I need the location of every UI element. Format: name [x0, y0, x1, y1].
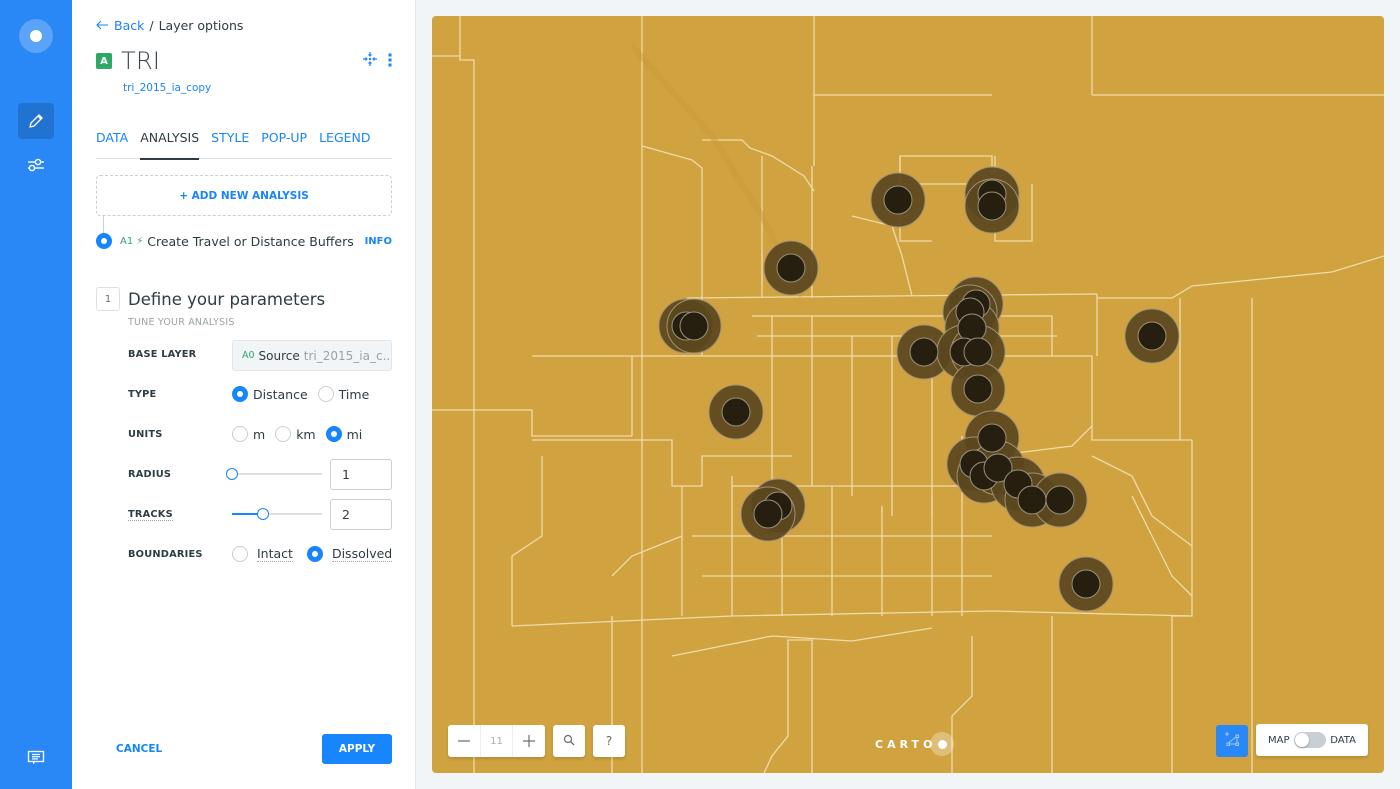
rail-edit-button[interactable]: [18, 103, 54, 139]
buffer-ring-inner[interactable]: [963, 374, 993, 404]
add-new-analysis-button[interactable]: + ADD NEW ANALYSIS: [96, 175, 392, 216]
buffer-ring-inner[interactable]: [909, 337, 939, 367]
buffer-ring-inner[interactable]: [883, 185, 913, 215]
layer-letter-badge: A: [96, 53, 112, 69]
buffer-ring-inner[interactable]: [753, 499, 783, 529]
buffer-ring-inner[interactable]: [1017, 485, 1047, 515]
draw-polygon-button[interactable]: [1216, 725, 1248, 757]
analysis-info-link[interactable]: INFO: [365, 236, 392, 247]
buffer-ring-inner[interactable]: [679, 311, 709, 341]
tab-legend[interactable]: LEGEND: [319, 128, 370, 159]
tab-style[interactable]: STYLE: [211, 128, 249, 159]
pencil-icon: [27, 112, 45, 130]
tracks-slider-thumb[interactable]: [256, 508, 269, 520]
buffer-outer-rings: [658, 166, 1180, 612]
buffer-ring-inner[interactable]: [721, 397, 751, 427]
radius-label: RADIUS: [128, 469, 172, 480]
step-header: 1 Define your parameters: [96, 287, 325, 311]
tab-analysis[interactable]: ANALYSIS: [140, 128, 199, 160]
type-radio-group: Distance Time: [232, 386, 379, 402]
center-map-icon[interactable]: [362, 51, 378, 71]
toggle-data-label: DATA: [1330, 734, 1356, 746]
buffer-ring-inner[interactable]: [977, 423, 1007, 453]
back-link[interactable]: Back: [96, 18, 144, 33]
zoom-in-button[interactable]: [513, 725, 545, 757]
cancel-button[interactable]: CANCEL: [116, 743, 162, 755]
buffer-ring-inner[interactable]: [776, 253, 806, 283]
rail-settings-button[interactable]: [18, 147, 54, 183]
county-boundaries: [432, 16, 1384, 773]
analysis-id: A1: [120, 235, 134, 247]
lightning-icon: ⚡: [136, 235, 144, 247]
crumb-separator: /: [149, 18, 154, 33]
map-basemap: [432, 16, 1384, 773]
boundaries-intact-radio[interactable]: Intact: [232, 546, 293, 562]
chat-icon: [27, 750, 45, 766]
radius-input[interactable]: 1: [330, 459, 392, 490]
layer-title[interactable]: TRI: [121, 47, 160, 75]
map-data-switch[interactable]: [1293, 732, 1326, 748]
buffer-ring-inner[interactable]: [963, 337, 993, 367]
base-layer-table: tri_2015_ia_c...: [303, 348, 392, 363]
tab-data[interactable]: DATA: [96, 128, 128, 159]
radius-slider[interactable]: [226, 467, 322, 481]
map-help-button[interactable]: ?: [593, 725, 625, 757]
rail-feedback-button[interactable]: [18, 740, 54, 776]
step-number: 1: [96, 287, 120, 311]
zoom-out-button[interactable]: [448, 725, 481, 757]
tracks-input[interactable]: 2: [330, 499, 392, 530]
toggle-map-label: MAP: [1268, 734, 1290, 746]
type-distance-radio[interactable]: Distance: [232, 386, 308, 402]
zoom-control: 11: [448, 725, 545, 757]
layer-source-link[interactable]: tri_2015_ia_copy: [123, 82, 211, 94]
map-search-button[interactable]: [553, 725, 585, 757]
draw-shape-icon: [1224, 731, 1240, 751]
base-layer-select[interactable]: A0 Source tri_2015_ia_c...: [232, 340, 392, 371]
carto-home-logo[interactable]: [19, 19, 53, 53]
analysis-title: Create Travel or Distance Buffers: [147, 233, 354, 249]
base-layer-label: BASE LAYER: [128, 349, 197, 360]
map-data-toggle: MAP DATA: [1256, 724, 1368, 756]
boundaries-label: BOUNDARIES: [128, 549, 203, 560]
type-label: TYPE: [128, 389, 157, 400]
units-m-radio[interactable]: m: [232, 426, 265, 442]
apply-button[interactable]: APPLY: [322, 734, 392, 764]
boundaries-dissolved-radio[interactable]: Dissolved: [306, 546, 393, 562]
radius-slider-thumb[interactable]: [226, 468, 238, 480]
tracks-slider[interactable]: [232, 507, 322, 521]
units-mi-radio[interactable]: mi: [325, 426, 362, 442]
arrow-left-icon: [96, 18, 108, 33]
crumb-current: Layer options: [158, 18, 244, 33]
buffer-ring-inner[interactable]: [977, 191, 1007, 221]
search-icon: [563, 734, 575, 749]
layer-tabs: DATA ANALYSIS STYLE POP-UP LEGEND: [96, 128, 392, 160]
buffer-ring-inner[interactable]: [1071, 569, 1101, 599]
base-layer-source: Source: [258, 348, 300, 363]
type-time-radio[interactable]: Time: [317, 386, 369, 402]
buffer-ring-inner[interactable]: [1137, 321, 1167, 351]
analysis-item[interactable]: A1 ⚡ Create Travel or Distance Buffers I…: [96, 232, 392, 250]
carto-attribution: CARTO: [875, 732, 955, 756]
sliders-icon: [27, 157, 45, 173]
left-rail: [0, 0, 72, 789]
tracks-label: TRACKS: [128, 509, 173, 521]
boundaries-radio-group: Intact Dissolved: [232, 546, 402, 562]
breadcrumb: Back / Layer options: [96, 18, 243, 33]
units-label: UNITS: [128, 429, 163, 440]
tab-popup[interactable]: POP-UP: [261, 128, 307, 159]
buffer-ring-inner[interactable]: [1045, 485, 1075, 515]
zoom-level: 11: [481, 725, 514, 757]
more-options-icon[interactable]: [388, 52, 392, 71]
units-km-radio[interactable]: km: [275, 426, 316, 442]
base-layer-id: A0: [242, 350, 255, 361]
back-label: Back: [114, 18, 145, 33]
map-canvas[interactable]: 11 ? CARTO MAP DATA: [432, 16, 1384, 773]
analysis-selected-indicator: [96, 233, 112, 249]
step-title: Define your parameters: [128, 289, 326, 309]
layer-options-panel: Back / Layer options A TRI tri_2015_ia_c…: [72, 0, 416, 789]
layer-title-row: A TRI: [96, 46, 392, 76]
step-subtitle: TUNE YOUR ANALYSIS: [128, 317, 235, 328]
units-radio-group: m km mi: [232, 426, 372, 442]
